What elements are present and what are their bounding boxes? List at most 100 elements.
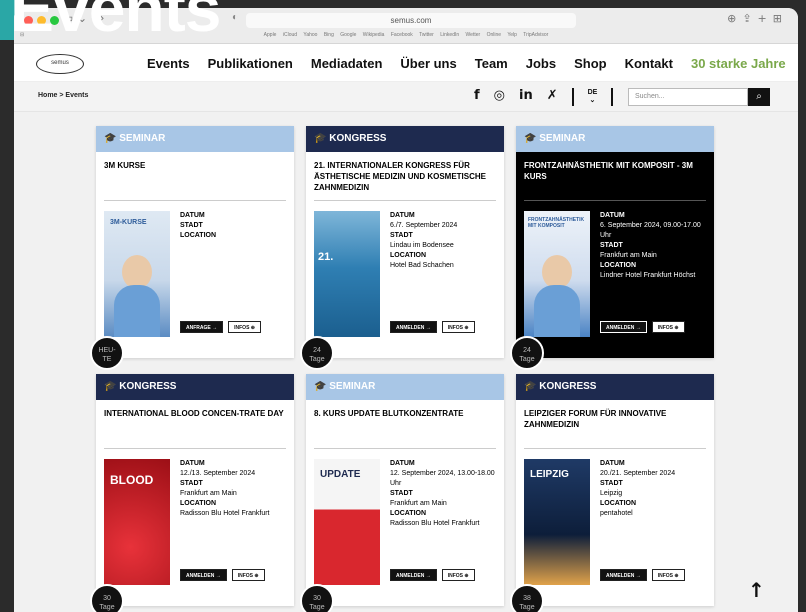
anmelden-button[interactable]: Anmelden →	[600, 321, 647, 333]
event-card[interactable]: 🎓 SEMINAR 3M Kurse 3M-KURSE Datum Stadt …	[90, 126, 294, 370]
days-badge: 38 Tage	[510, 584, 544, 612]
anmelden-button[interactable]: Anmelden →	[600, 569, 647, 581]
nav-item-kontakt[interactable]: Kontakt	[625, 56, 673, 71]
site-logo[interactable]: semus	[36, 54, 84, 74]
favorite-item[interactable]: Twitter	[419, 32, 434, 38]
infos-button[interactable]: Infos ⊕	[651, 569, 685, 581]
badge-number: 30	[103, 595, 111, 602]
breadcrumb[interactable]: Home > Events	[38, 92, 88, 99]
value-datum: 20./21. September 2024	[600, 470, 676, 477]
image-text: BLOOD	[110, 473, 154, 487]
card-buttons: Anmelden → Infos ⊕	[390, 569, 475, 581]
search-button[interactable]: ⌕	[748, 88, 770, 106]
event-image: FRONTZAHNÄSTHETIK MIT KOMPOSIT	[524, 211, 590, 337]
label-datum: Datum	[180, 460, 205, 467]
value-stadt: Frankfurt am Main	[390, 500, 447, 507]
event-card[interactable]: 🎓 KONGRESS International Blood Concen-tr…	[90, 374, 294, 612]
favorite-item[interactable]: Wikipedia	[363, 32, 385, 38]
label-location: Location	[390, 252, 427, 259]
card-title[interactable]: Leipziger Forum für innovative Zahnmediz…	[516, 400, 714, 448]
favorite-item[interactable]: Bing	[324, 32, 334, 38]
social-links: f ◎ in ✗ DE ⌄	[474, 88, 614, 106]
favorite-item[interactable]: TripAdvisor	[523, 32, 548, 38]
days-badge: 30 Tage	[300, 584, 334, 612]
favorite-item[interactable]: iCloud	[283, 32, 297, 38]
nav-item-team[interactable]: Team	[475, 56, 508, 71]
infos-button[interactable]: Infos ⊕	[231, 569, 265, 581]
favorite-item[interactable]: LinkedIn	[440, 32, 459, 38]
anmelden-button[interactable]: Anmelden →	[180, 569, 227, 581]
label-datum: Datum	[600, 212, 625, 219]
event-info: Datum 12. September 2024, 13.00-18.00 Uh…	[390, 459, 498, 529]
card-title[interactable]: 21. Internationaler Kongress für ästheti…	[306, 152, 504, 200]
label-stadt: Stadt	[180, 222, 203, 229]
event-info: Datum 6./7. September 2024 Stadt Lindau …	[390, 211, 498, 271]
arrow-up-icon: ↑	[748, 578, 765, 602]
card-type-label: KONGRESS	[119, 381, 177, 392]
card-buttons: Anmelden → Infos ⊕	[180, 569, 265, 581]
card-type-label: KONGRESS	[539, 381, 597, 392]
days-badge: 30 Tage	[90, 584, 124, 612]
infos-button[interactable]: Infos ⊕	[441, 569, 475, 581]
card-type-label: SEMINAR	[329, 381, 376, 392]
instagram-icon[interactable]: ◎	[494, 88, 505, 106]
nav-item-30-jahre[interactable]: 30 starke Jahre	[691, 56, 786, 71]
anmelden-button[interactable]: Anmelden →	[390, 321, 437, 333]
event-image: BLOOD	[104, 459, 170, 585]
label-datum: Datum	[180, 212, 205, 219]
nav-item-ueber-uns[interactable]: Über uns	[400, 56, 456, 71]
event-card[interactable]: 🎓 KONGRESS Leipziger Forum für innovativ…	[510, 374, 714, 612]
divider	[571, 88, 574, 106]
event-card[interactable]: 🎓 SEMINAR 8. Kurs Update Blutkonzentrate…	[300, 374, 504, 612]
badge-number: HEU-	[98, 347, 116, 354]
image-text: 21.	[318, 251, 334, 263]
favorite-item[interactable]: Facebook	[391, 32, 413, 38]
url-bar[interactable]: semus.com	[246, 13, 576, 28]
toolbar-right-icons[interactable]: ⊕⇪+⊞	[727, 12, 788, 25]
image-text: UPDATE	[320, 469, 361, 480]
nav-item-mediadaten[interactable]: Mediadaten	[311, 56, 383, 71]
nav-item-publikationen[interactable]: Publikationen	[208, 56, 293, 71]
facebook-icon[interactable]: f	[474, 88, 480, 106]
card-title[interactable]: International Blood Concen-trate Day	[96, 400, 294, 448]
language-selector[interactable]: DE ⌄	[588, 89, 598, 106]
chevron-down-icon: ⌄	[589, 97, 596, 104]
infos-button[interactable]: Infos ⊕	[441, 321, 475, 333]
shield-icon[interactable]: ◐	[232, 12, 238, 23]
label-location: Location	[600, 262, 637, 269]
portrait-shape	[122, 255, 152, 289]
favorite-item[interactable]: Yahoo	[303, 32, 317, 38]
infos-button[interactable]: Infos ⊕	[651, 321, 685, 333]
card-body: 3M-KURSE Datum Stadt Location Anfrage → …	[96, 201, 294, 339]
favorite-item[interactable]: Apple	[264, 32, 277, 38]
badge-unit: Tage	[309, 604, 325, 611]
anmelden-button[interactable]: Anmelden →	[390, 569, 437, 581]
card-title[interactable]: 8. Kurs Update Blutkonzentrate	[306, 400, 504, 448]
value-stadt: Lindau im Bodensee	[390, 242, 454, 249]
event-info: Datum 12./13. September 2024 Stadt Frank…	[180, 459, 288, 519]
card-body: UPDATE Datum 12. September 2024, 13.00-1…	[306, 449, 504, 587]
favorite-item[interactable]: Yelp	[507, 32, 517, 38]
xing-icon[interactable]: ✗	[547, 88, 558, 106]
card-title[interactable]: Frontzahnästhetik mit Komposit - 3M Kurs	[516, 152, 714, 200]
nav-item-jobs[interactable]: Jobs	[526, 56, 556, 71]
value-datum: 12./13. September 2024	[180, 470, 256, 477]
event-image: 21.	[314, 211, 380, 337]
event-card[interactable]: 🎓 SEMINAR Frontzahnästhetik mit Komposit…	[510, 126, 714, 370]
value-location: Radisson Blu Hotel Frankfurt	[390, 520, 480, 527]
badge-unit: TE	[102, 356, 112, 363]
search-input[interactable]: Suchen...	[628, 88, 748, 106]
anfrage-button[interactable]: Anfrage →	[180, 321, 224, 333]
linkedin-icon[interactable]: in	[519, 88, 533, 106]
nav-item-shop[interactable]: Shop	[574, 56, 607, 71]
infos-button[interactable]: Infos ⊕	[228, 321, 261, 333]
nav-item-events[interactable]: Events	[147, 56, 190, 71]
favorite-item[interactable]: Wetter Online	[466, 32, 501, 38]
label-location: Location	[600, 500, 637, 507]
value-location: pentahotel	[600, 510, 633, 517]
scroll-to-top-button[interactable]: ↑	[748, 578, 765, 602]
card-title[interactable]: 3M Kurse	[96, 152, 294, 200]
event-card[interactable]: 🎓 KONGRESS 21. Internationaler Kongress …	[300, 126, 504, 370]
favorite-item[interactable]: Google	[340, 32, 356, 38]
label-location: Location	[180, 500, 217, 507]
